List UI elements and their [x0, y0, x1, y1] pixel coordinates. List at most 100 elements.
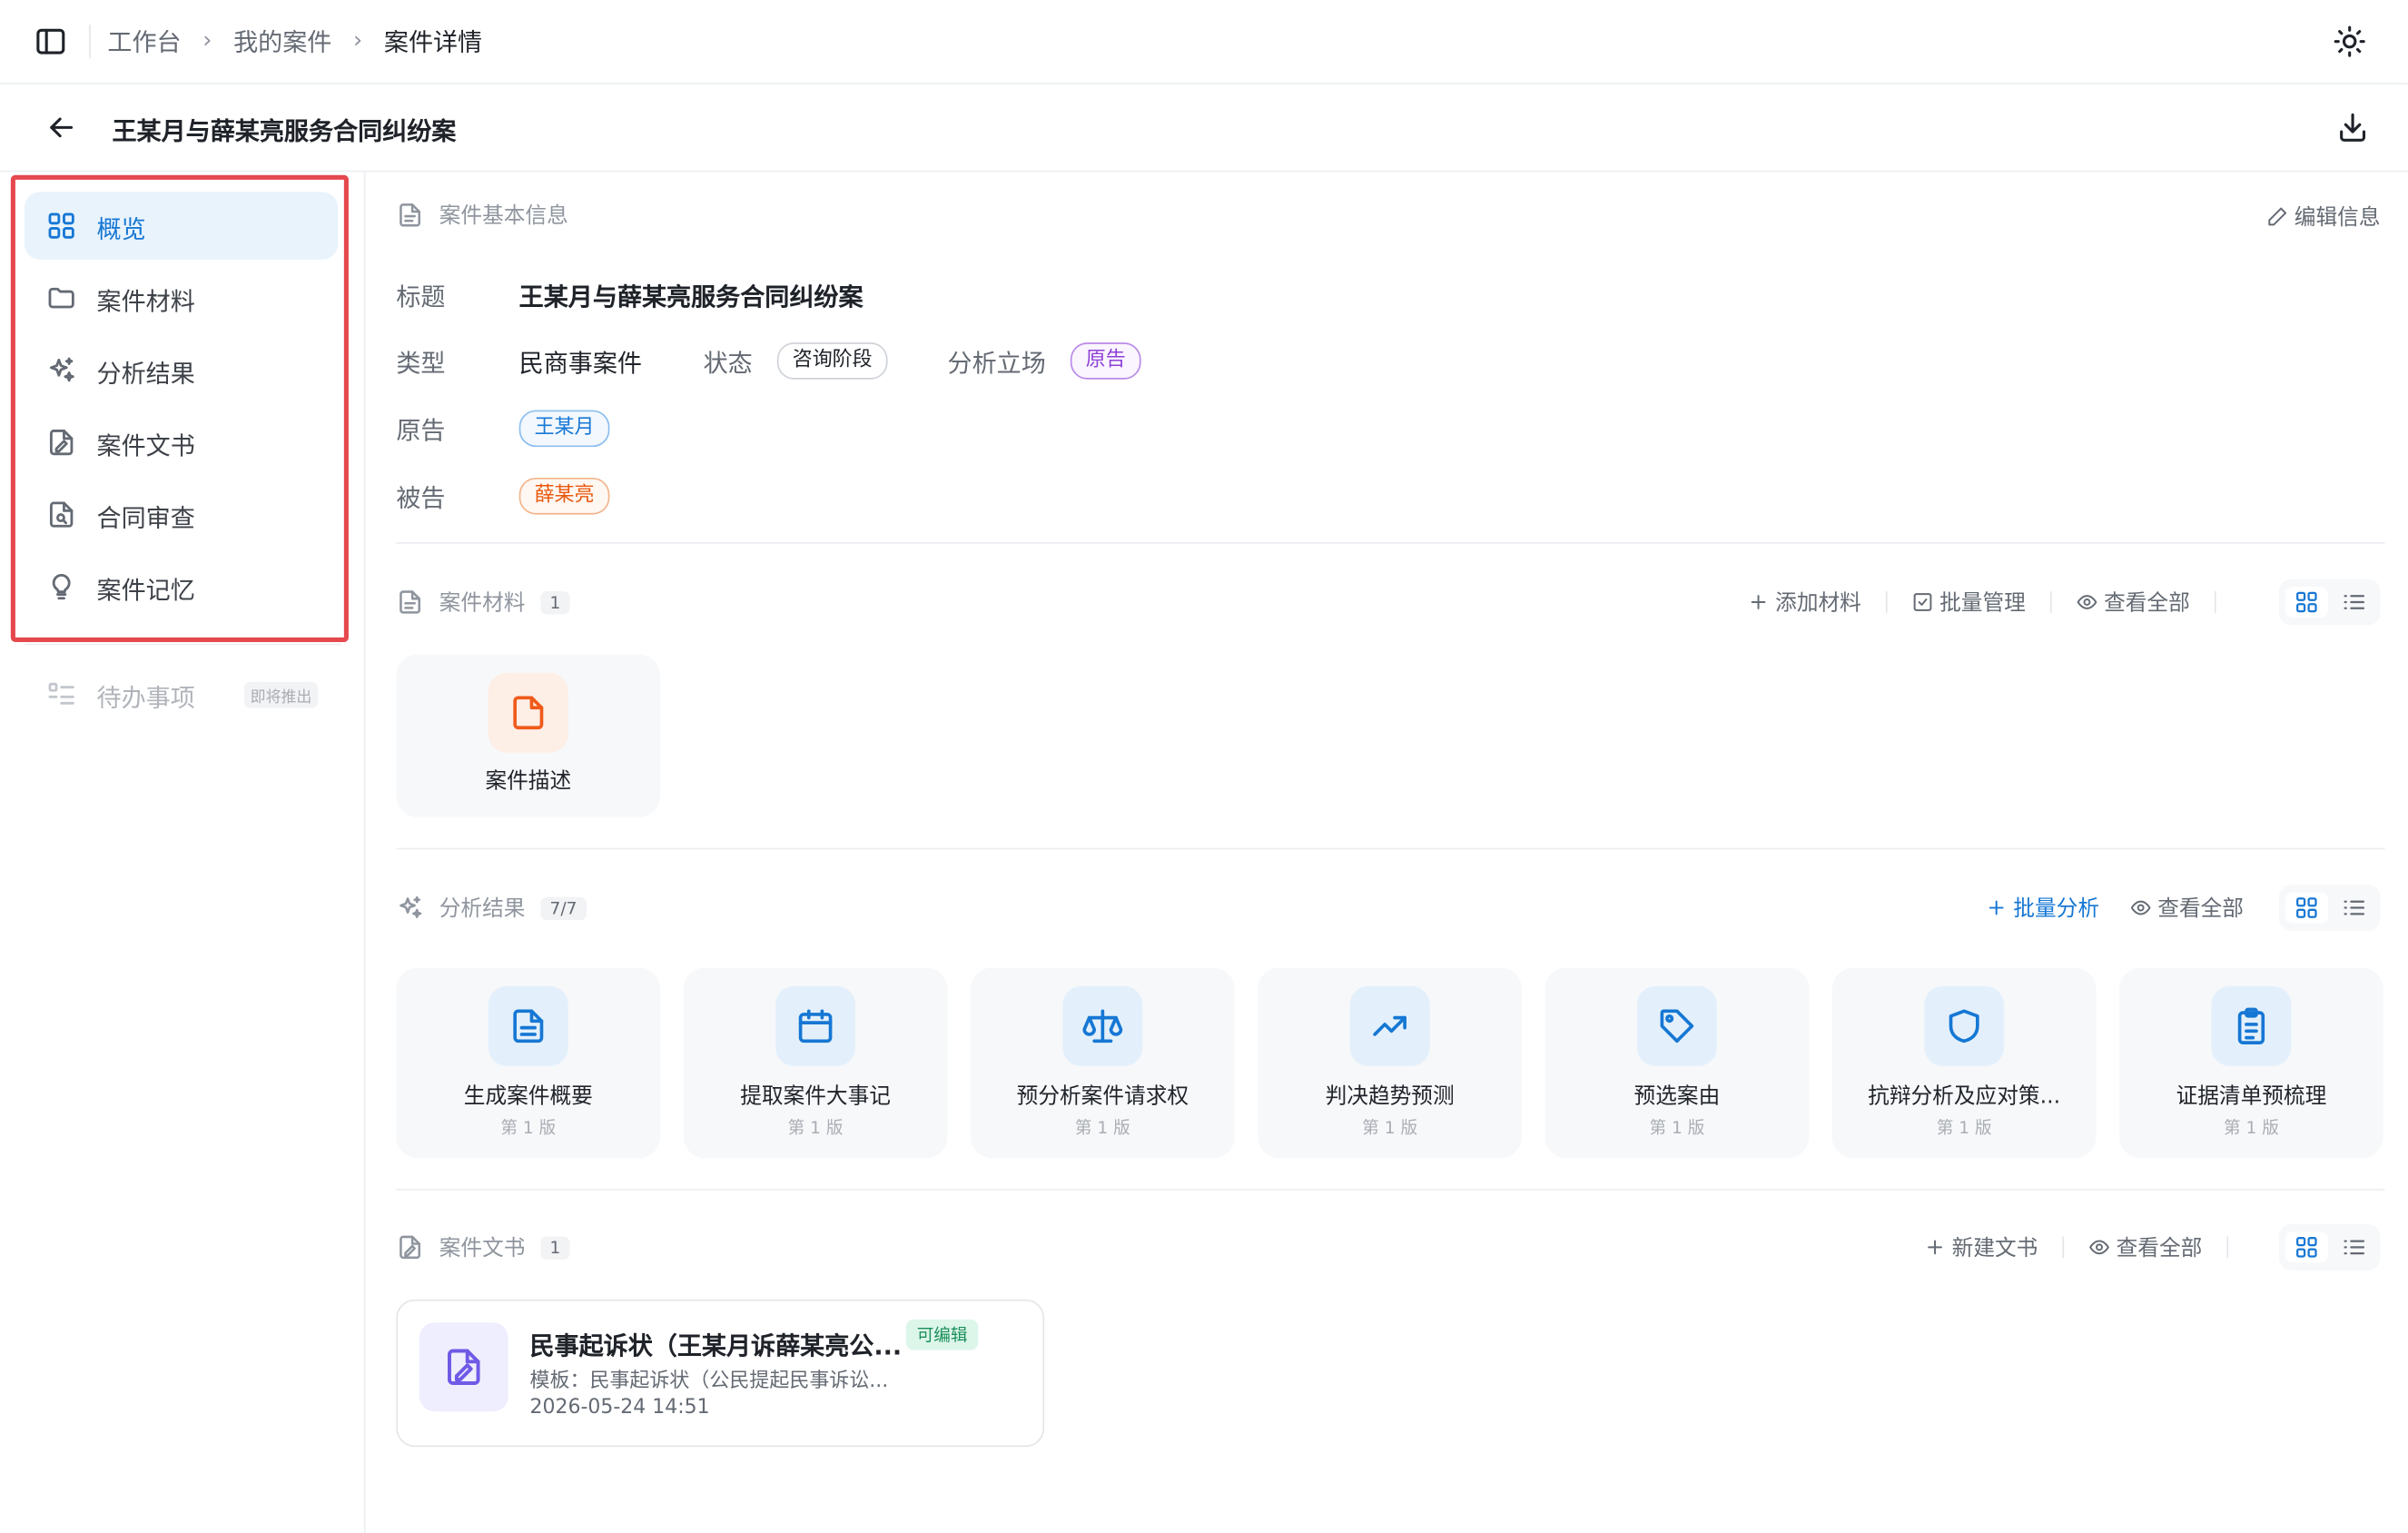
- materials-header: 案件材料 1: [396, 584, 570, 621]
- action-divider: [2214, 591, 2216, 613]
- batch-manage-button[interactable]: 批量管理: [1912, 587, 2026, 618]
- section-divider: [396, 847, 2385, 850]
- file-signature-icon: [419, 1322, 508, 1412]
- analysis-card-summary[interactable]: 生成案件概要 第 1 版: [396, 967, 661, 1159]
- trending-up-icon: [1349, 985, 1430, 1066]
- calendar-icon: [775, 985, 856, 1066]
- status-badge: 咨询阶段: [776, 342, 888, 380]
- breadcrumb-my-cases[interactable]: 我的案件: [233, 22, 331, 59]
- grid-icon: [46, 211, 77, 242]
- theme-toggle-sun-icon[interactable]: [2333, 25, 2366, 58]
- analysis-name: 预选案由: [1633, 1084, 1721, 1110]
- list-view-button[interactable]: [2333, 587, 2375, 618]
- field-label: 类型: [396, 348, 446, 379]
- analysis-version: 第 1 版: [787, 1118, 844, 1139]
- check-square-icon: [1913, 593, 1932, 611]
- list-view-button[interactable]: [2333, 1231, 2375, 1262]
- file-signature-icon: [396, 1233, 423, 1261]
- analysis-name: 提取案件大事记: [740, 1084, 891, 1110]
- file-text-icon: [488, 985, 568, 1066]
- section-title: 分析结果: [439, 896, 526, 922]
- view-all-documents-button[interactable]: 查看全部: [2088, 1231, 2202, 1262]
- field-value: 王某月与薛某亮服务合同纠纷案: [518, 282, 864, 312]
- analysis-card-claims[interactable]: 预分析案件请求权 第 1 版: [970, 967, 1235, 1159]
- file-text-icon: [396, 588, 423, 616]
- batch-analyze-label: 批量分析: [2013, 896, 2100, 922]
- eye-icon: [2130, 900, 2151, 915]
- chevron-right-icon: ›: [202, 25, 212, 54]
- sidebar-item-memory[interactable]: 案件记忆: [25, 553, 338, 620]
- sidebar-toggle-icon[interactable]: [34, 25, 67, 58]
- field-label: 状态: [703, 348, 753, 379]
- sparkles-icon: [396, 894, 423, 921]
- count-badge: 1: [540, 1235, 570, 1260]
- view-all-label: 查看全部: [2104, 591, 2190, 617]
- materials-actions: 添加材料 批量管理 查看全部: [1748, 584, 2241, 621]
- grid-icon: [2296, 591, 2317, 613]
- section-title: 案件基本信息: [439, 203, 568, 230]
- sidebar-item-analysis[interactable]: 分析结果: [25, 336, 338, 403]
- analysis-card-cause[interactable]: 预选案由 第 1 版: [1544, 967, 1810, 1159]
- view-all-analysis-button[interactable]: 查看全部: [2130, 893, 2244, 924]
- eye-icon: [2077, 595, 2097, 609]
- back-arrow-icon[interactable]: [44, 111, 78, 144]
- grid-view-button[interactable]: [2285, 587, 2329, 618]
- analysis-card-evidence[interactable]: 证据清单预梳理 第 1 版: [2118, 967, 2383, 1159]
- breadcrumb: 工作台 › 我的案件 › 案件详情: [107, 22, 482, 59]
- grid-view-button[interactable]: [2285, 1231, 2329, 1263]
- analysis-version: 第 1 版: [500, 1118, 557, 1139]
- sidebar-item-label: 案件材料: [96, 287, 195, 317]
- sidebar-item-materials[interactable]: 案件材料: [25, 264, 338, 331]
- list-icon: [2344, 595, 2365, 609]
- folder-icon: [46, 282, 77, 313]
- count-badge: 1: [540, 590, 570, 614]
- field-label: 标题: [396, 282, 446, 312]
- chevron-right-icon: ›: [353, 25, 363, 54]
- breadcrumb-workbench[interactable]: 工作台: [107, 22, 181, 59]
- action-divider: [2226, 1236, 2229, 1259]
- sidebar-item-label: 合同审查: [96, 503, 195, 533]
- pencil-icon: [2268, 207, 2287, 226]
- list-view-button[interactable]: [2333, 893, 2375, 924]
- material-card[interactable]: 案件描述: [396, 654, 661, 817]
- materials-view-toggle: [2278, 579, 2381, 626]
- field-label: 被告: [396, 483, 446, 513]
- main-content: 案件基本信息 编辑信息 标题 王某月与薛某亮服务合同纠纷案 类型 民商事案件 状…: [366, 172, 2408, 1532]
- analysis-card-events[interactable]: 提取案件大事记 第 1 版: [683, 967, 948, 1159]
- batch-analyze-button[interactable]: 批量分析: [1986, 893, 2099, 924]
- action-divider: [2049, 591, 2052, 613]
- document-date: 2026-05-24 14:51: [529, 1396, 710, 1419]
- sidebar-item-contract-review[interactable]: 合同审查: [25, 480, 338, 548]
- view-all-label: 查看全部: [2157, 896, 2244, 922]
- count-badge: 7/7: [540, 895, 587, 920]
- analysis-version: 第 1 版: [1649, 1118, 1705, 1139]
- download-icon[interactable]: [2335, 111, 2369, 144]
- view-all-materials-button[interactable]: 查看全部: [2077, 587, 2190, 618]
- documents-view-toggle: [2278, 1223, 2381, 1271]
- sidebar-item-label: 案件文书: [96, 431, 195, 461]
- field-label: 分析立场: [947, 348, 1046, 379]
- file-signature-icon: [46, 427, 77, 458]
- analysis-card-defense[interactable]: 抗辩分析及应对策... 第 1 版: [1831, 967, 2097, 1159]
- analysis-name: 抗辩分析及应对策...: [1868, 1084, 2061, 1110]
- section-title: 案件文书: [439, 1236, 526, 1261]
- document-card[interactable]: 民事起诉状（王某月诉薛某亮公... 可编辑 模板：民事起诉状（公民提起民事诉讼.…: [396, 1299, 1045, 1448]
- add-material-button[interactable]: 添加材料: [1748, 587, 1861, 618]
- stance-badge: 原告: [1070, 342, 1141, 380]
- grid-view-button[interactable]: [2285, 892, 2329, 924]
- analysis-header: 分析结果 7/7: [396, 889, 587, 926]
- sidebar-item-todo: 待办事项 即将推出: [25, 660, 338, 727]
- new-document-button[interactable]: 新建文书: [1924, 1231, 2038, 1262]
- sidebar-item-overview[interactable]: 概览: [25, 192, 339, 260]
- edit-info-button[interactable]: 编辑信息: [2266, 202, 2381, 232]
- analysis-name: 判决趋势预测: [1325, 1084, 1455, 1110]
- analysis-card-trend[interactable]: 判决趋势预测 第 1 版: [1258, 967, 1523, 1159]
- sidebar-item-documents[interactable]: 案件文书: [25, 409, 338, 476]
- coming-soon-badge: 即将推出: [243, 681, 319, 708]
- breadcrumb-case-detail: 案件详情: [383, 27, 483, 57]
- eye-icon: [2089, 1240, 2109, 1255]
- grid-icon: [2296, 897, 2317, 918]
- view-all-label: 查看全部: [2116, 1236, 2203, 1261]
- document-title: 民事起诉状（王某月诉薛某亮公...: [529, 1331, 903, 1361]
- page-title: 王某月与薛某亮服务合同纠纷案: [112, 116, 457, 146]
